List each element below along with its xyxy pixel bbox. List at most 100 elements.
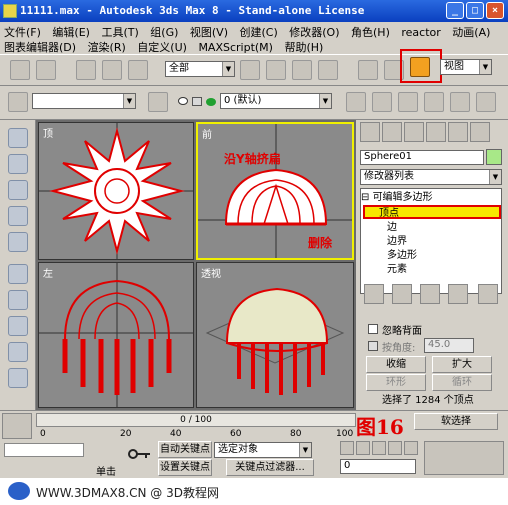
pin-stack-icon[interactable] — [364, 284, 384, 304]
angle-value-field[interactable]: 45.0 — [424, 338, 474, 353]
nurbs-tab-icon[interactable] — [8, 290, 28, 310]
create-layer-icon[interactable] — [346, 92, 366, 112]
previous-frame-icon[interactable] — [356, 441, 370, 455]
selected-object-dropdown[interactable]: 选定对象 ▼ — [214, 442, 312, 458]
menu-tools[interactable]: 工具(T) — [101, 26, 138, 39]
layer-manager-icon[interactable] — [148, 92, 168, 112]
window-crossing-icon[interactable] — [318, 60, 338, 80]
viewport-left[interactable]: 左 — [38, 262, 194, 408]
scale-icon[interactable] — [410, 57, 430, 77]
unlink-icon[interactable] — [102, 60, 122, 80]
dynamics-tab-icon[interactable] — [8, 316, 28, 336]
menu-group[interactable]: 组(G) — [150, 26, 178, 39]
hierarchy-tab-icon[interactable] — [404, 122, 424, 142]
stack-item-element[interactable]: 元素 — [361, 263, 501, 277]
key-filters-button[interactable]: 关键点过滤器... — [226, 459, 314, 476]
lights-tab-icon[interactable] — [8, 232, 28, 252]
object-color-swatch[interactable] — [486, 149, 502, 165]
stack-item-border[interactable]: 边界 — [361, 235, 501, 249]
set-current-layer-icon[interactable] — [424, 92, 444, 112]
layer-properties-icon[interactable] — [450, 92, 470, 112]
close-button[interactable]: × — [486, 2, 504, 19]
bind-space-warp-icon[interactable] — [128, 60, 148, 80]
object-properties-icon[interactable] — [476, 92, 496, 112]
freeze-icon[interactable] — [192, 97, 202, 106]
menu-graph-editors[interactable]: 图表编辑器(D) — [4, 41, 76, 54]
configure-sets-icon[interactable] — [478, 284, 498, 304]
shapes-tab-icon[interactable] — [8, 154, 28, 174]
undo-icon[interactable] — [10, 60, 30, 80]
selection-filter-dropdown[interactable]: 全部 ▼ — [165, 61, 235, 77]
modifiers-tab-icon[interactable] — [8, 368, 28, 388]
go-to-start-icon[interactable] — [340, 441, 354, 455]
menu-customize[interactable]: 自定义(U) — [137, 41, 187, 54]
patch-tab-icon[interactable] — [8, 264, 28, 284]
menu-views[interactable]: 视图(V) — [190, 26, 228, 39]
time-slider[interactable]: 0 / 100 — [36, 413, 356, 427]
stack-item-polygon[interactable]: 多边形 — [361, 249, 501, 263]
viewport-front[interactable]: 前 沿Y轴挤扁 删除 — [196, 122, 354, 260]
eye-icon[interactable] — [178, 97, 188, 105]
menu-maxscript[interactable]: MAXScript(M) — [198, 41, 273, 54]
utilities-tab-icon[interactable] — [470, 122, 490, 142]
modifier-list-dropdown[interactable]: 修改器列表 ▼ — [360, 169, 502, 185]
add-to-layer-icon[interactable] — [372, 92, 392, 112]
minimize-button[interactable]: _ — [446, 2, 464, 19]
ignore-backfacing-checkbox[interactable] — [368, 324, 378, 334]
auto-key-button[interactable]: 自动关键点 — [158, 441, 212, 458]
soft-selection-rollout[interactable]: 软选择 — [414, 413, 498, 430]
menu-edit[interactable]: 编辑(E) — [52, 26, 90, 39]
motion-tab-icon[interactable] — [426, 122, 446, 142]
by-angle-checkbox[interactable] — [368, 341, 378, 351]
rectangle-selection-icon[interactable] — [292, 60, 312, 80]
move-icon[interactable] — [358, 60, 378, 80]
abc-icon[interactable] — [8, 92, 28, 112]
maxscript-listener-field[interactable] — [4, 443, 84, 457]
show-end-result-icon[interactable] — [392, 284, 412, 304]
remove-modifier-icon[interactable] — [448, 284, 468, 304]
compounds-tab-icon[interactable] — [8, 180, 28, 200]
objects-tab-icon[interactable] — [8, 128, 28, 148]
current-frame-field[interactable]: 0 — [340, 459, 416, 474]
link-icon[interactable] — [76, 60, 96, 80]
layer-dropdown[interactable]: 0 (默认) ▼ — [220, 93, 332, 109]
named-selection-dropdown[interactable]: ▼ — [32, 93, 136, 109]
next-frame-icon[interactable] — [388, 441, 402, 455]
menu-rendering[interactable]: 渲染(R) — [88, 41, 126, 54]
menu-reactor[interactable]: reactor — [401, 26, 440, 39]
grow-button[interactable]: 扩大 — [432, 356, 492, 373]
play-icon[interactable] — [372, 441, 386, 455]
ring-button[interactable]: 环形 — [366, 374, 426, 391]
reference-coord-dropdown[interactable]: 视图 ▼ — [440, 59, 492, 75]
track-bar[interactable]: 0 20 40 60 80 100 — [36, 429, 356, 441]
key-icon[interactable] — [128, 447, 152, 461]
menu-character[interactable]: 角色(H) — [351, 26, 390, 39]
modify-tab-icon[interactable] — [382, 122, 402, 142]
display-tab-icon[interactable] — [448, 122, 468, 142]
stack-item-edge[interactable]: 边 — [361, 221, 501, 235]
menu-help[interactable]: 帮助(H) — [284, 41, 323, 54]
create-tab-icon[interactable] — [360, 122, 380, 142]
select-object-icon[interactable] — [240, 60, 260, 80]
helpers-tab-icon[interactable] — [8, 342, 28, 362]
redo-icon[interactable] — [36, 60, 56, 80]
shrink-button[interactable]: 收缩 — [366, 356, 426, 373]
viewport-navigation-controls[interactable] — [424, 441, 504, 475]
maximize-button[interactable]: □ — [466, 2, 484, 19]
set-key-button[interactable]: 设置关键点 — [158, 459, 212, 476]
select-by-name-icon[interactable] — [266, 60, 286, 80]
go-to-end-icon[interactable] — [404, 441, 418, 455]
viewport-perspective[interactable]: 透视 — [196, 262, 354, 408]
menu-file[interactable]: 文件(F) — [4, 26, 41, 39]
menu-animation[interactable]: 动画(A) — [452, 26, 490, 39]
viewport-top[interactable]: 顶 — [38, 122, 194, 260]
loop-button[interactable]: 循环 — [432, 374, 492, 391]
particles-tab-icon[interactable] — [8, 206, 28, 226]
object-name-field[interactable]: Sphere01 — [360, 150, 484, 165]
menu-create[interactable]: 创建(C) — [240, 26, 278, 39]
stack-item-vertex[interactable]: 顶点 — [363, 205, 501, 219]
menu-modifiers[interactable]: 修改器(O) — [289, 26, 339, 39]
select-layer-icon[interactable] — [398, 92, 418, 112]
stack-item-editable-poly[interactable]: ⊟ 可编辑多边形 — [361, 191, 501, 205]
mini-listener[interactable] — [2, 413, 32, 439]
